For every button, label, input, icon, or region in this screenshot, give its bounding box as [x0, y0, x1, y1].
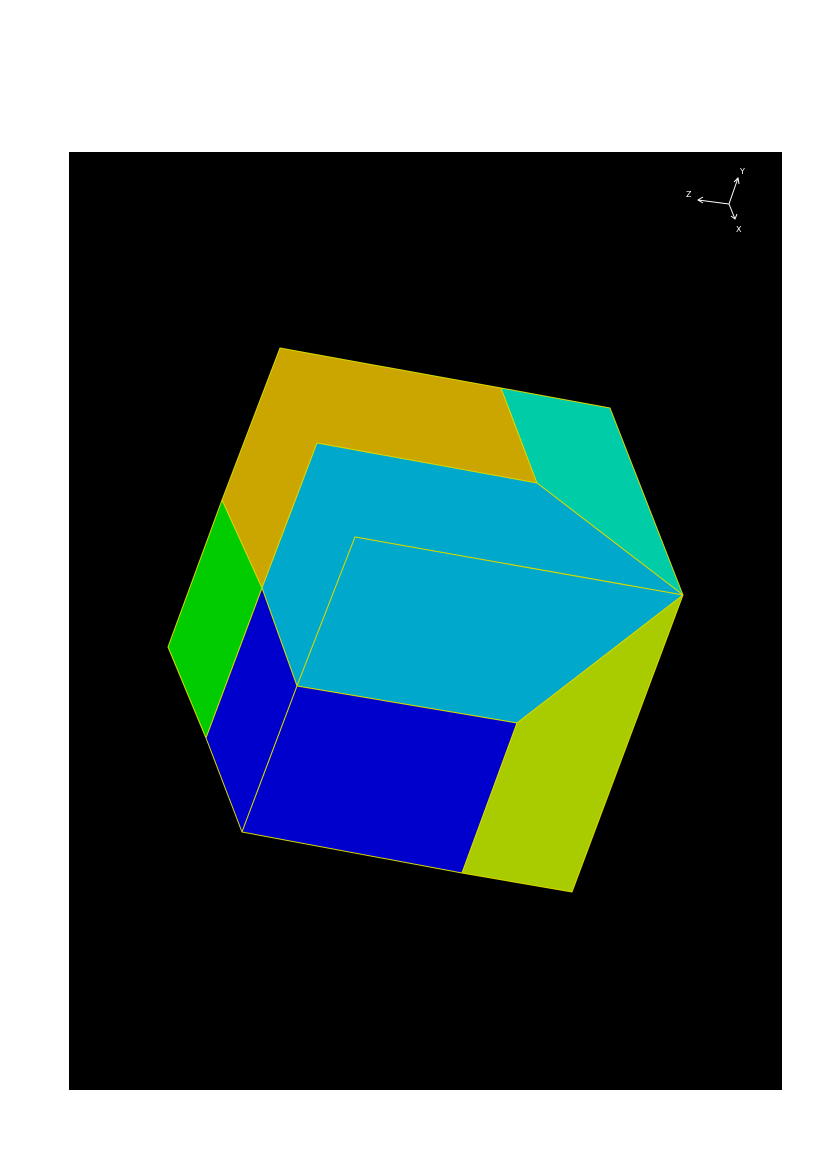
axis-z-line	[697, 199, 730, 205]
axis-x-label: X	[736, 225, 742, 234]
cube-scene: Y Z X	[167, 167, 745, 893]
axes-triad: Y Z X	[686, 167, 745, 234]
axis-y-label: Y	[739, 167, 745, 176]
axis-y-line	[728, 177, 739, 205]
axis-z-label: Z	[686, 190, 692, 199]
